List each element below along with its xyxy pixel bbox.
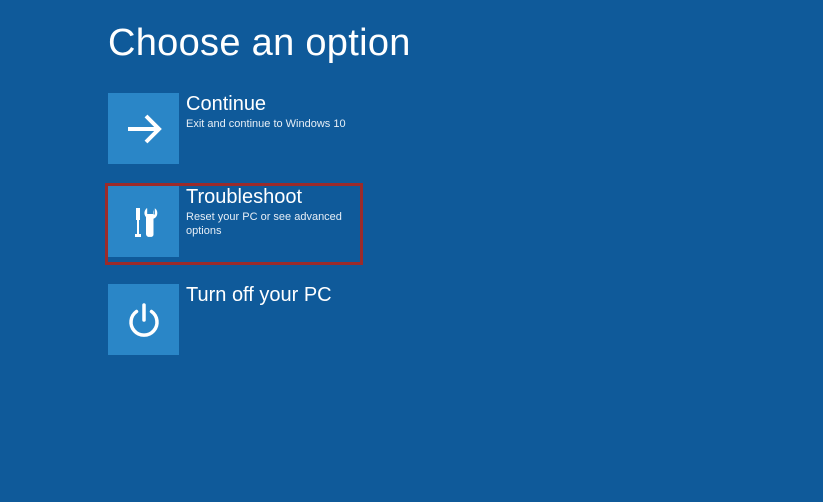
option-title: Continue xyxy=(186,93,366,115)
option-text: Troubleshoot Reset your PC or see advanc… xyxy=(179,186,360,239)
option-turn-off[interactable]: Turn off your PC xyxy=(108,284,366,355)
option-continue[interactable]: Continue Exit and continue to Windows 10 xyxy=(108,93,366,164)
power-icon xyxy=(108,284,179,355)
recovery-options-screen: Choose an option Continue Exit and conti… xyxy=(0,0,823,355)
page-title: Choose an option xyxy=(108,22,823,65)
option-title: Troubleshoot xyxy=(186,186,360,208)
tools-icon xyxy=(108,186,179,257)
option-title: Turn off your PC xyxy=(186,284,366,306)
arrow-right-icon xyxy=(108,93,179,164)
option-troubleshoot[interactable]: Troubleshoot Reset your PC or see advanc… xyxy=(105,183,363,265)
option-subtitle: Exit and continue to Windows 10 xyxy=(186,118,366,132)
option-subtitle: Reset your PC or see advanced options xyxy=(186,211,360,239)
option-text: Turn off your PC xyxy=(179,284,366,309)
option-text: Continue Exit and continue to Windows 10 xyxy=(179,93,366,132)
